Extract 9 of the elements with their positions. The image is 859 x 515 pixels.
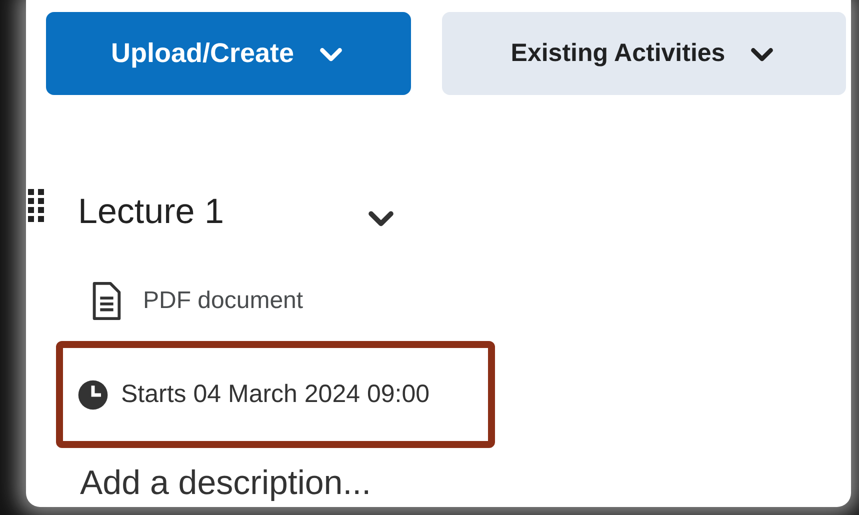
document-icon <box>91 282 121 320</box>
drag-handle-icon[interactable] <box>28 189 46 223</box>
module-title: Lecture 1 <box>78 194 224 228</box>
upload-create-button[interactable]: Upload/Create <box>46 12 411 95</box>
clock-icon <box>77 378 109 410</box>
item-label[interactable]: PDF document <box>143 283 304 319</box>
description-field[interactable]: Add a description... <box>80 466 851 500</box>
existing-activities-button[interactable]: Existing Activities <box>442 12 846 95</box>
start-date-text: Starts 04 March 2024 09:00 <box>121 378 430 410</box>
